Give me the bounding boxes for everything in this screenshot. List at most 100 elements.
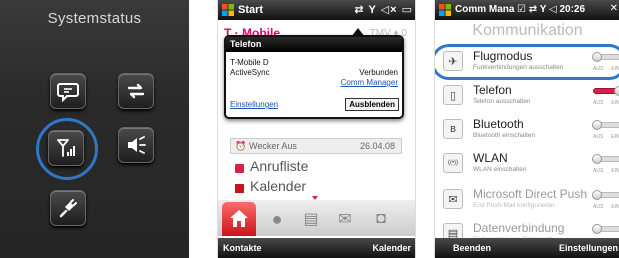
popup-activesync-label: ActiveSync <box>230 68 270 77</box>
toggle-off-label: AUS <box>593 204 604 210</box>
status-icons[interactable]: ☑ ⇄ Y ◁ 20:26 <box>517 4 585 15</box>
toggle-off-label: AUS <box>593 168 604 174</box>
comm-item-name: Bluetooth <box>473 117 524 131</box>
page-title: Kommunikation <box>472 22 583 39</box>
wifi-icon: ((•)) <box>443 153 463 173</box>
systemstatus-title: Systemstatus <box>47 10 142 27</box>
envelope-icon: ✉ <box>338 211 352 228</box>
camera-icon: ◘ <box>376 210 386 227</box>
today-screen-panel: Start ⇄ Y ◁× ▭ T · Mobile TMV ♦ 0 Telefo… <box>217 0 416 258</box>
softkey-beenden[interactable]: Beenden <box>453 243 491 253</box>
volume-icon <box>128 136 146 154</box>
toggle-labels: AUS EIN <box>593 66 619 72</box>
ausblenden-button[interactable]: Ausblenden <box>345 98 399 111</box>
title-bar: Comm Mana ☑ ⇄ Y ◁ 20:26 ✕ <box>435 0 619 20</box>
softkey-kontakte[interactable]: Kontakte <box>223 243 262 253</box>
start-label[interactable]: Start <box>238 4 263 16</box>
sync-tile[interactable] <box>118 73 154 109</box>
alarm-icon: ⏰ <box>235 141 247 151</box>
comm-item-name: Microsoft Direct Push <box>473 187 588 201</box>
title-bar: Start ⇄ Y ◁× ▭ <box>218 0 415 20</box>
status-icons[interactable]: ⇄ Y ◁× ▭ <box>354 3 413 16</box>
toggle-off-label: AUS <box>593 66 604 72</box>
toggle-switch[interactable] <box>592 52 619 62</box>
comm-manager-panel: Comm Mana ☑ ⇄ Y ◁ 20:26 ✕ Kommunikation … <box>434 0 619 258</box>
signal-icon <box>57 139 75 157</box>
toggle-knob[interactable] <box>592 120 602 130</box>
volume-tile[interactable] <box>118 127 154 163</box>
toggle-labels: AUS EIN <box>593 134 619 140</box>
toggle-labels: AUS EIN <box>593 168 619 174</box>
toggle-off-label: AUS <box>593 134 604 140</box>
systemstatus-panel: Systemstatus <box>0 0 189 258</box>
einstellungen-link[interactable]: Einstellungen <box>230 100 278 109</box>
phone-icon: ▯ <box>443 85 463 105</box>
toggle-knob[interactable] <box>592 224 602 234</box>
toggle-knob[interactable] <box>614 86 619 96</box>
close-icon[interactable]: ✕ <box>610 3 618 14</box>
popup-title: Telefon <box>226 37 402 52</box>
toggle-labels: AUS EIN <box>593 204 619 210</box>
comm-manager-link[interactable]: Comm Manager <box>341 78 398 87</box>
airplane-icon: ✈ <box>443 51 463 71</box>
anrufliste-item[interactable]: Anrufliste <box>250 158 308 174</box>
toggle-switch[interactable] <box>593 86 619 96</box>
toggle-off-label: AUS <box>593 100 604 106</box>
signal-tile[interactable] <box>48 130 84 166</box>
tab-home-active[interactable] <box>222 202 256 236</box>
toggle-on-label: EIN <box>611 134 619 140</box>
popup-carrier: T-Mobile D <box>230 58 269 67</box>
popup-activesync-status: Verbunden <box>359 68 398 77</box>
comm-item-1[interactable]: ▯ Telefon Telefon ausschalten AUS EIN <box>435 80 619 114</box>
screenshot-root: Systemstatus Start ⇄ Y ◁× ▭ T · Mobile T… <box>0 0 619 258</box>
toggle-switch[interactable] <box>592 154 619 164</box>
calendar-icon <box>235 184 244 193</box>
comm-item-name: Telefon <box>473 83 512 97</box>
tab-contacts[interactable]: ● <box>264 206 290 232</box>
comm-item-description: Funkverbindungen ausschalten <box>473 64 564 71</box>
app-title: Comm Mana <box>455 4 515 15</box>
alarm-date: 26.04.08 <box>359 141 395 151</box>
toggle-switch[interactable] <box>592 224 619 234</box>
person-icon: ● <box>271 208 283 229</box>
kalender-item[interactable]: Kalender <box>250 178 306 194</box>
plug-tile[interactable] <box>50 190 86 226</box>
softkey-einstellungen[interactable]: Einstellungen <box>559 243 618 253</box>
comm-item-2[interactable]: ʙ Bluetooth Bluetooth einschalten AUS EIN <box>435 114 619 148</box>
toggle-on-label: EIN <box>611 66 619 72</box>
windows-start-icon[interactable] <box>438 3 452 17</box>
toggle-on-label: EIN <box>611 100 619 106</box>
windows-start-icon[interactable] <box>221 3 235 17</box>
comm-item-description: Erst Push-Mail konfigurieren <box>473 202 555 209</box>
comm-item-4[interactable]: ✉ Microsoft Direct Push Erst Push-Mail kon… <box>435 184 619 218</box>
toggle-on-label: EIN <box>611 204 619 210</box>
comm-item-0[interactable]: ✈ Flugmodus Funkverbindungen ausschalten AU… <box>435 46 619 80</box>
alarm-row[interactable]: ⏰ Wecker Aus 26.04.08 <box>230 138 402 154</box>
plug-icon <box>59 199 77 218</box>
comm-item-description: WLAN einschalten <box>473 166 527 173</box>
softkey-kalender[interactable]: Kalender <box>372 243 411 253</box>
push-mail-icon: ✉ <box>443 189 463 209</box>
toggle-on-label: EIN <box>611 168 619 174</box>
comm-item-description: Bluetooth einschalten <box>473 132 536 139</box>
comm-item-3[interactable]: ((•)) WLAN WLAN einschalten AUS EIN <box>435 148 619 182</box>
toggle-switch[interactable] <box>592 120 619 130</box>
tab-email[interactable]: ✉ <box>332 206 358 232</box>
alarm-label: Wecker Aus <box>249 141 297 151</box>
toggle-knob[interactable] <box>592 154 602 164</box>
toggle-knob[interactable] <box>592 190 602 200</box>
home-icon <box>230 210 248 227</box>
tab-messages[interactable]: ▤ <box>298 206 324 232</box>
tab-camera[interactable]: ◘ <box>368 206 394 232</box>
sync-icon <box>127 83 145 99</box>
toggle-knob[interactable] <box>592 52 602 62</box>
toggle-labels: AUS EIN <box>593 100 619 106</box>
toggle-switch[interactable] <box>592 190 619 200</box>
comm-item-name: WLAN <box>473 151 508 165</box>
message-tile[interactable] <box>50 73 86 109</box>
comm-item-name: Datenverbindung <box>473 221 565 235</box>
message-icon: ▤ <box>303 211 319 228</box>
softkey-bar: Kontakte Kalender <box>218 238 415 258</box>
telefon-popup: Telefon T-Mobile D ActiveSync Verbunden … <box>224 35 404 119</box>
comm-item-name: Flugmodus <box>473 49 533 63</box>
